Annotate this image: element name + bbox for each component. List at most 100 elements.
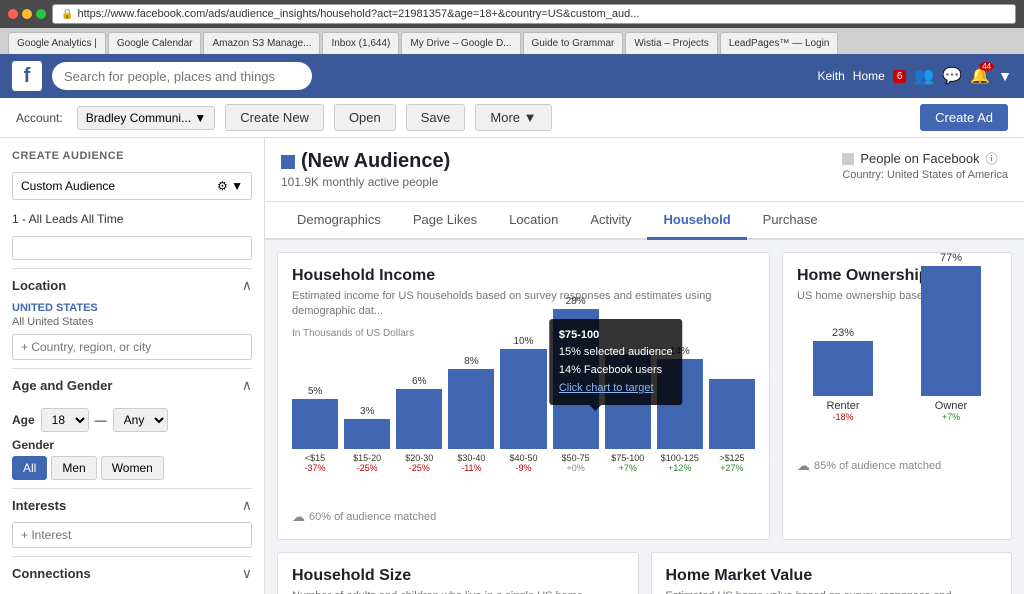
household-size-desc: Number of adults and children who live i… bbox=[292, 589, 624, 594]
fb-square-icon bbox=[842, 153, 854, 165]
tab-amazon-s3[interactable]: Amazon S3 Manage... bbox=[203, 32, 320, 54]
income-bar-1[interactable]: 3%$15-20-25% bbox=[344, 406, 390, 473]
bar-label-4: $40-50 bbox=[509, 453, 537, 463]
age-gender-expand-icon: ∧ bbox=[242, 377, 252, 394]
audience-title-text: (New Audience) bbox=[301, 150, 450, 173]
audience-preset-input[interactable] bbox=[12, 236, 252, 260]
tab-google-analytics[interactable]: Google Analytics | bbox=[8, 32, 106, 54]
tab-google-calendar[interactable]: Google Calendar bbox=[108, 32, 202, 54]
more-button[interactable]: More ▼ bbox=[475, 104, 551, 131]
tab-purchase[interactable]: Purchase bbox=[747, 202, 834, 240]
bar-rect-2[interactable] bbox=[396, 389, 442, 449]
bar-rect-0[interactable] bbox=[292, 399, 338, 449]
bar-pct-1: 3% bbox=[360, 406, 374, 417]
fb-settings-icon[interactable]: ▼ bbox=[998, 68, 1012, 84]
age-label: Age bbox=[12, 413, 35, 427]
bar-rect-5[interactable]: $75-10015% selected audience14% Facebook… bbox=[553, 309, 599, 449]
income-footer: ☁ 60% of audience matched bbox=[292, 509, 755, 525]
bar-rect-1[interactable] bbox=[344, 419, 390, 449]
minimize-btn[interactable] bbox=[22, 9, 32, 19]
ownership-bar-0[interactable]: 23%Renter-18% bbox=[797, 327, 889, 422]
location-input[interactable] bbox=[12, 334, 252, 360]
ownership-bar-1[interactable]: 77%Owner+7% bbox=[905, 252, 997, 422]
income-bar-0[interactable]: 5%<$15-37% bbox=[292, 386, 338, 473]
tab-inbox[interactable]: Inbox (1,644) bbox=[322, 32, 399, 54]
tab-page-likes[interactable]: Page Likes bbox=[397, 202, 493, 240]
age-row: Age 18 — Any bbox=[12, 408, 252, 432]
bar-rect-4[interactable] bbox=[500, 349, 546, 449]
home-ownership-card: Home Ownership US home ownership based o… bbox=[782, 252, 1012, 540]
interests-expand-icon: ∧ bbox=[242, 497, 252, 514]
fb-notifications-icon[interactable]: 🔔44 bbox=[970, 66, 990, 86]
content-area: (New Audience) 101.9K monthly active peo… bbox=[265, 138, 1024, 594]
connections-section: Connections ∨ bbox=[12, 556, 252, 590]
income-bar-chart: 5%<$15-37%3%$15-20-25%6%$20-30-25%8%$30-… bbox=[292, 343, 755, 503]
tab-demographics[interactable]: Demographics bbox=[281, 202, 397, 240]
connections-header[interactable]: Connections ∨ bbox=[12, 556, 252, 590]
audience-title: (New Audience) bbox=[281, 150, 450, 173]
gender-all-btn[interactable]: All bbox=[12, 456, 47, 480]
tab-household[interactable]: Household bbox=[647, 202, 746, 240]
bar-label-5: $50-75 bbox=[562, 453, 590, 463]
create-ad-button[interactable]: Create Ad bbox=[920, 104, 1008, 131]
interest-input[interactable] bbox=[12, 522, 252, 548]
window-controls bbox=[8, 9, 46, 19]
ownership-rect-0[interactable] bbox=[813, 341, 873, 396]
fb-friends-icon[interactable]: 👥 bbox=[914, 66, 934, 86]
income-bar-3[interactable]: 8%$30-40-11% bbox=[448, 356, 494, 473]
age-gender-header[interactable]: Age and Gender ∧ bbox=[12, 368, 252, 402]
close-btn[interactable] bbox=[8, 9, 18, 19]
bar-rect-8[interactable] bbox=[709, 379, 755, 449]
create-new-button[interactable]: Create New bbox=[225, 104, 324, 131]
gender-row: All Men Women bbox=[12, 456, 252, 480]
bar-change-4: -9% bbox=[515, 463, 531, 473]
tab-grammar[interactable]: Guide to Grammar bbox=[523, 32, 624, 54]
household-income-card: Household Income Estimated income for US… bbox=[277, 252, 770, 540]
home-market-value-card: Home Market Value Estimated US home valu… bbox=[651, 552, 1013, 594]
location-section-header[interactable]: Location ∧ bbox=[12, 268, 252, 302]
cloud-icon: ☁ bbox=[292, 509, 305, 525]
age-max-select[interactable]: Any bbox=[113, 408, 168, 432]
url-bar[interactable]: 🔒 https://www.facebook.com/ads/audience_… bbox=[52, 4, 1016, 24]
location-section-title: Location bbox=[12, 278, 66, 293]
maximize-btn[interactable] bbox=[36, 9, 46, 19]
account-label: Account: bbox=[16, 111, 63, 125]
gender-men-btn[interactable]: Men bbox=[51, 456, 96, 480]
fb-search-input[interactable] bbox=[52, 62, 312, 90]
ownership-rect-1[interactable] bbox=[921, 266, 981, 396]
gender-women-btn[interactable]: Women bbox=[101, 456, 164, 480]
people-country: Country: United States of America bbox=[842, 169, 1008, 181]
tab-activity[interactable]: Activity bbox=[574, 202, 647, 240]
income-bar-2[interactable]: 6%$20-30-25% bbox=[396, 376, 442, 473]
tab-wistia[interactable]: Wistia – Projects bbox=[625, 32, 717, 54]
custom-audience-label: Custom Audience bbox=[21, 179, 115, 193]
tab-location[interactable]: Location bbox=[493, 202, 574, 240]
fb-info-icon: ⓘ bbox=[986, 150, 998, 167]
bar-rect-3[interactable] bbox=[448, 369, 494, 449]
tab-my-drive[interactable]: My Drive – Google D... bbox=[401, 32, 520, 54]
age-min-select[interactable]: 18 bbox=[41, 408, 89, 432]
ownership-change-1: +7% bbox=[942, 412, 960, 422]
income-bar-8[interactable]: >$125+27% bbox=[709, 377, 755, 473]
bar-label-2: $20-30 bbox=[405, 453, 433, 463]
open-button[interactable]: Open bbox=[334, 104, 396, 131]
tab-leadpages[interactable]: LeadPages™ — Login bbox=[720, 32, 839, 54]
income-bar-5[interactable]: 28%$75-10015% selected audience14% Faceb… bbox=[553, 296, 599, 473]
audience-color-square bbox=[281, 155, 295, 169]
bar-tooltip: $75-10015% selected audience14% Facebook… bbox=[549, 319, 683, 405]
bar-label-1: $15-20 bbox=[353, 453, 381, 463]
fb-home-label[interactable]: Home bbox=[853, 69, 885, 83]
url-text: https://www.facebook.com/ads/audience_in… bbox=[77, 8, 639, 20]
connections-expand-icon: ∨ bbox=[242, 565, 252, 582]
home-market-title: Home Market Value bbox=[666, 567, 998, 585]
save-button[interactable]: Save bbox=[406, 104, 466, 131]
account-selector[interactable]: Bradley Communi... ▼ bbox=[77, 106, 216, 130]
interests-header[interactable]: Interests ∧ bbox=[12, 488, 252, 522]
custom-audience-dropdown[interactable]: Custom Audience ⚙ ▼ bbox=[12, 172, 252, 200]
income-bar-4[interactable]: 10%$40-50-9% bbox=[500, 336, 546, 473]
browser-tabs-bar: Google Analytics | Google Calendar Amazo… bbox=[0, 28, 1024, 54]
facebook-navbar: f Keith Home 6 👥 💬 🔔44 ▼ bbox=[0, 54, 1024, 98]
bottom-cards: Household Size Number of adults and chil… bbox=[265, 552, 1024, 594]
interests-section: Interests ∧ bbox=[12, 488, 252, 548]
fb-messages-icon[interactable]: 💬 bbox=[942, 66, 962, 86]
